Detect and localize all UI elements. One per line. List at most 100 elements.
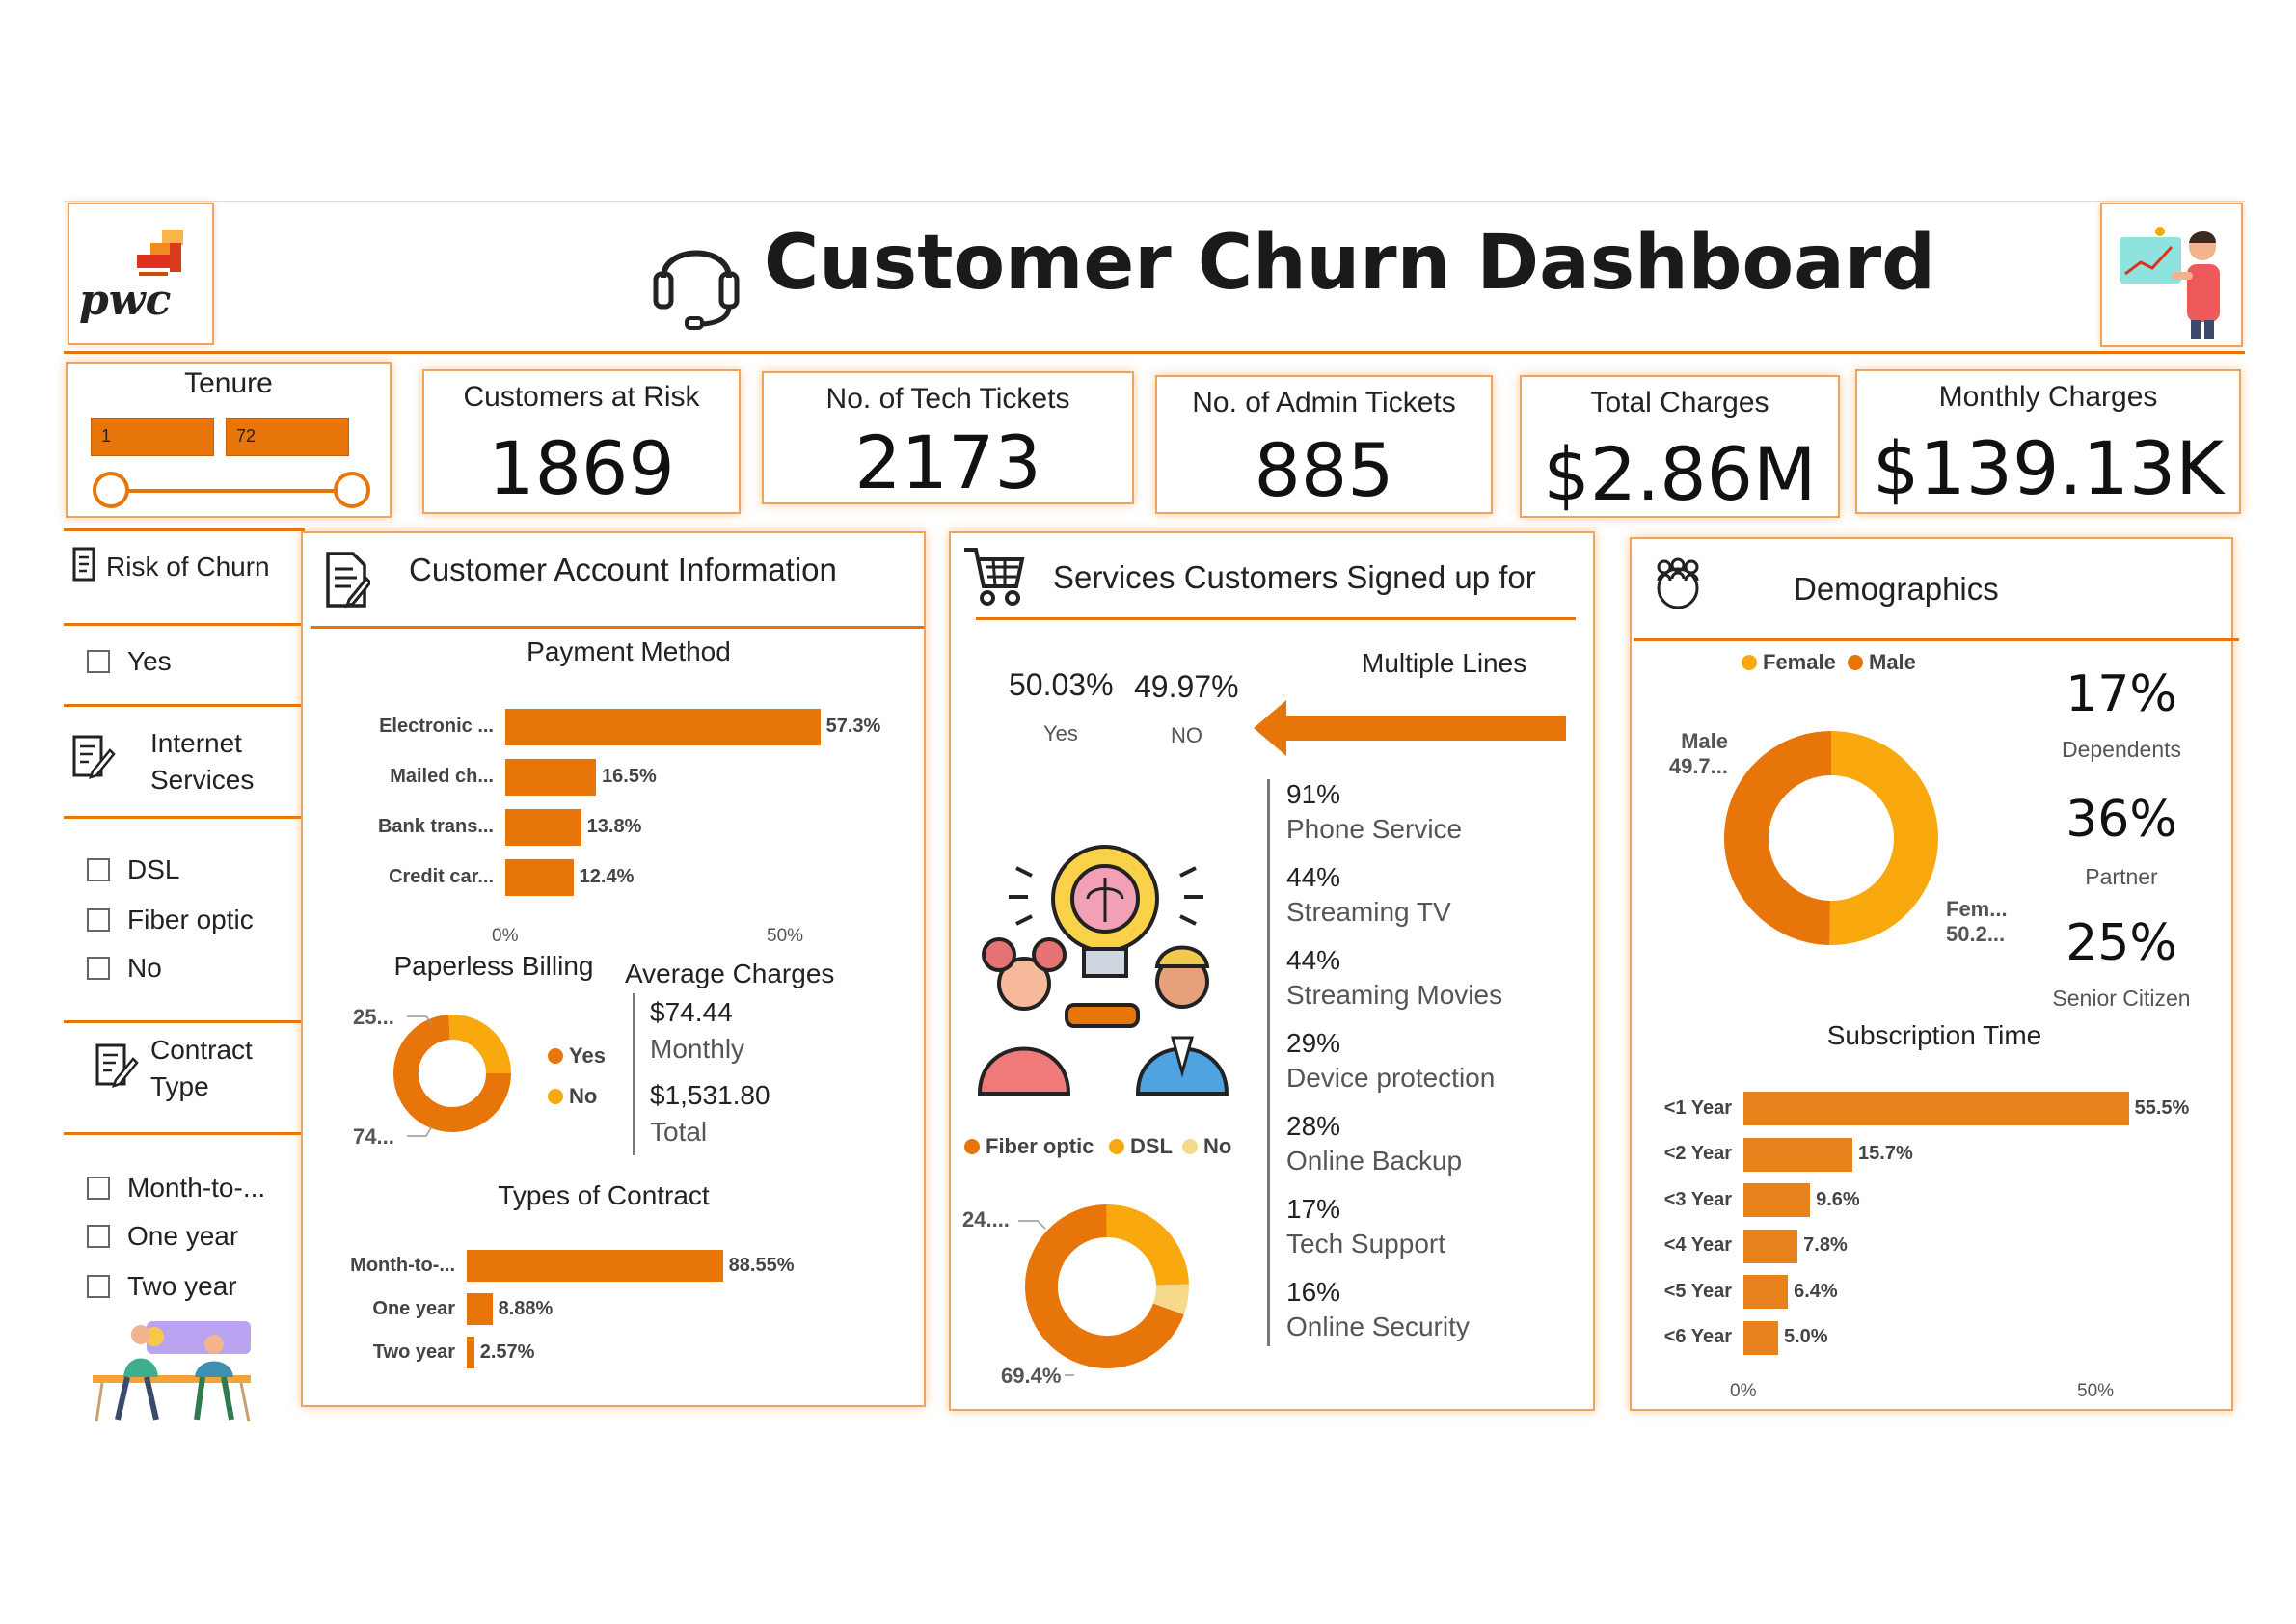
- bar-category-label: <3 Year: [1663, 1188, 1732, 1210]
- services-title: Services Customers Signed up for: [1053, 559, 1536, 595]
- tenure-max-handle[interactable]: [334, 472, 370, 508]
- tenure-slicer[interactable]: Tenure 1 72: [66, 362, 392, 518]
- legend-dot: [1109, 1139, 1124, 1154]
- bar-category-label: <5 Year: [1663, 1280, 1732, 1302]
- account-title: Customer Account Information: [409, 552, 837, 587]
- slicer-divider: [64, 528, 305, 531]
- partner-value: 36%: [2066, 791, 2177, 849]
- legend-dot: [1742, 655, 1757, 670]
- multiple-lines-title: Multiple Lines: [1362, 648, 1527, 678]
- checkbox[interactable]: [87, 957, 110, 980]
- dependents-value: 17%: [2066, 665, 2177, 723]
- services-divider: [1267, 779, 1270, 1346]
- checkbox-label: No: [127, 953, 162, 983]
- checkbox[interactable]: [87, 1225, 110, 1248]
- paperless-legend-yes: Yes: [548, 1043, 606, 1069]
- internet-title-line1: Internet: [150, 728, 242, 758]
- multiple-lines-no-pct: 49.97%: [1134, 669, 1239, 704]
- service-percent: 44%: [1286, 862, 1341, 892]
- panel-underline: [1634, 638, 2239, 641]
- bar-category-label: Mailed ch...: [390, 766, 494, 787]
- checkbox[interactable]: [87, 908, 110, 932]
- document-icon: [72, 547, 95, 582]
- headset-icon: [653, 250, 740, 330]
- internet-legend-dsl: DSL: [1109, 1134, 1173, 1159]
- internet-slicer-title: Internet Services: [150, 725, 254, 798]
- bar-value-label: 8.88%: [498, 1297, 554, 1319]
- legend-label: Male: [1869, 650, 1916, 674]
- bar-value-label: 9.6%: [1816, 1188, 1860, 1210]
- kpi-value: 885: [1254, 427, 1394, 513]
- checkbox-label: Two year: [127, 1271, 237, 1301]
- female-label: Fem... 50.2...: [1946, 897, 2008, 947]
- tenure-max-input[interactable]: 72: [226, 418, 349, 456]
- contract-title-line2: Type: [150, 1071, 209, 1101]
- bar-value-label: 7.8%: [1803, 1234, 1848, 1256]
- kpi-title: No. of Admin Tickets: [1192, 387, 1456, 419]
- service-percent: 17%: [1286, 1194, 1341, 1224]
- checkbox-label: Fiber optic: [127, 905, 254, 934]
- slicer-divider: [64, 704, 305, 707]
- internet-option-dsl[interactable]: DSL: [87, 854, 179, 885]
- kpi-customers-at-risk: Customers at Risk 1869: [422, 369, 741, 514]
- chart-bar: [467, 1293, 493, 1325]
- chart-bar: [505, 809, 581, 846]
- risk-option-yes[interactable]: Yes: [87, 646, 172, 677]
- kpi-admin-tickets: No. of Admin Tickets 885: [1155, 375, 1493, 514]
- paperless-title: Paperless Billing: [393, 951, 594, 981]
- tenure-range-track[interactable]: [110, 489, 357, 493]
- service-name: Device protection: [1286, 1063, 1496, 1093]
- contract-option-one-year[interactable]: One year: [87, 1221, 238, 1252]
- kpi-monthly-charges: Monthly Charges $139.13K: [1855, 369, 2241, 514]
- contract-option-two-year[interactable]: Two year: [87, 1271, 237, 1302]
- page-title: Customer Churn Dashboard: [764, 220, 1936, 307]
- analytics-illustration: [2100, 203, 2243, 347]
- contract-slicer-title: Contract Type: [150, 1032, 253, 1105]
- bar-category-label: <4 Year: [1663, 1234, 1732, 1256]
- bar-category-label: <1 Year: [1663, 1096, 1732, 1119]
- service-name: Online Backup: [1286, 1146, 1463, 1176]
- checkbox[interactable]: [87, 1275, 110, 1298]
- chart-bar: [467, 1337, 474, 1368]
- internet-label-top: 24....: [962, 1207, 1010, 1232]
- legend-label: Fiber optic: [986, 1134, 1094, 1158]
- service-name: Phone Service: [1286, 814, 1463, 844]
- internet-option-fiber[interactable]: Fiber optic: [87, 905, 254, 935]
- internet-legend-no: No: [1182, 1134, 1231, 1159]
- bar-value-label: 16.5%: [602, 766, 657, 787]
- donut-slice: [1829, 731, 1938, 945]
- checkbox[interactable]: [87, 858, 110, 881]
- legend-dot: [548, 1089, 563, 1104]
- legend-label: DSL: [1130, 1134, 1173, 1158]
- senior-citizen-value: 25%: [2066, 914, 2177, 972]
- chart-bar: [1743, 1137, 1853, 1172]
- multiple-lines-yes-pct: 50.03%: [1009, 667, 1114, 702]
- donut-slice: [1152, 1284, 1189, 1315]
- tenure-min-handle[interactable]: [93, 472, 129, 508]
- service-name: Tech Support: [1286, 1229, 1445, 1259]
- donut-slice: [1724, 731, 1832, 945]
- male-label: Male 49.7...: [1655, 729, 1728, 779]
- tenure-min-input[interactable]: 1: [91, 418, 214, 456]
- avg-divider: [633, 993, 635, 1155]
- internet-option-no[interactable]: No: [87, 953, 162, 984]
- male-label-name: Male: [1681, 729, 1728, 753]
- chart-bar: [1743, 1092, 2129, 1125]
- checkbox-label: Month-to-...: [127, 1173, 266, 1203]
- kpi-title: Customers at Risk: [463, 381, 700, 413]
- risk-slicer-title: Risk of Churn: [106, 552, 270, 582]
- female-label-value: 50.2...: [1946, 922, 2006, 946]
- bar-value-label: 12.4%: [579, 866, 635, 887]
- payment-method-title: Payment Method: [527, 636, 731, 666]
- checkbox[interactable]: [87, 650, 110, 673]
- contract-option-month[interactable]: Month-to-...: [87, 1173, 265, 1204]
- legend-label: No: [569, 1084, 598, 1108]
- legend-label: No: [1203, 1134, 1232, 1158]
- bar-category-label: Month-to-...: [350, 1254, 455, 1276]
- kpi-title: Total Charges: [1590, 387, 1769, 419]
- slicer-divider: [64, 1132, 305, 1135]
- service-percent: 16%: [1286, 1277, 1341, 1307]
- pwc-logo: pwc: [68, 203, 214, 345]
- donut-slice: [448, 1015, 511, 1074]
- checkbox[interactable]: [87, 1177, 110, 1200]
